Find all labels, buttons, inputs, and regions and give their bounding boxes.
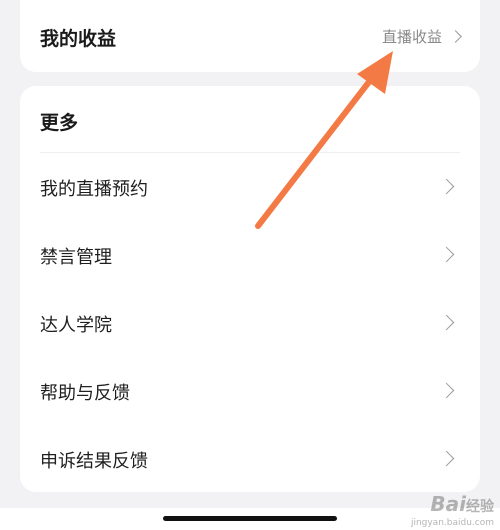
menu-item-appeal-feedback[interactable]: 申诉结果反馈: [20, 425, 480, 493]
more-section-title: 更多: [40, 112, 79, 134]
earnings-title: 我的收益: [40, 28, 117, 50]
menu-item-label: 我的直播预约: [40, 179, 148, 200]
chevron-right-icon: [438, 382, 455, 399]
live-earnings-label: 直播收益: [381, 28, 442, 46]
chevron-right-icon: [438, 178, 455, 195]
menu-item-creator-academy[interactable]: 达人学院: [20, 289, 480, 357]
chevron-right-icon: [449, 30, 462, 43]
chevron-right-icon: [438, 450, 455, 467]
live-earnings-link[interactable]: 直播收益: [381, 26, 462, 47]
home-bar-area: [0, 508, 500, 530]
menu-item-label: 申诉结果反馈: [40, 451, 148, 472]
menu-item-label: 禁言管理: [40, 247, 112, 268]
menu-item-label: 达人学院: [40, 315, 112, 336]
home-indicator[interactable]: [163, 516, 337, 521]
chevron-right-icon: [438, 314, 455, 331]
earnings-card: 我的收益 直播收益: [20, 0, 480, 72]
menu-item-help-feedback[interactable]: 帮助与反馈: [20, 357, 480, 425]
menu-item-label: 帮助与反馈: [40, 383, 130, 404]
chevron-right-icon: [438, 246, 455, 263]
menu-item-live-reservations[interactable]: 我的直播预约: [20, 153, 480, 221]
more-card: 更多 我的直播预约 禁言管理 达人学院 帮助与反馈 申诉结果反馈: [20, 86, 480, 492]
menu-item-mute-management[interactable]: 禁言管理: [20, 221, 480, 289]
